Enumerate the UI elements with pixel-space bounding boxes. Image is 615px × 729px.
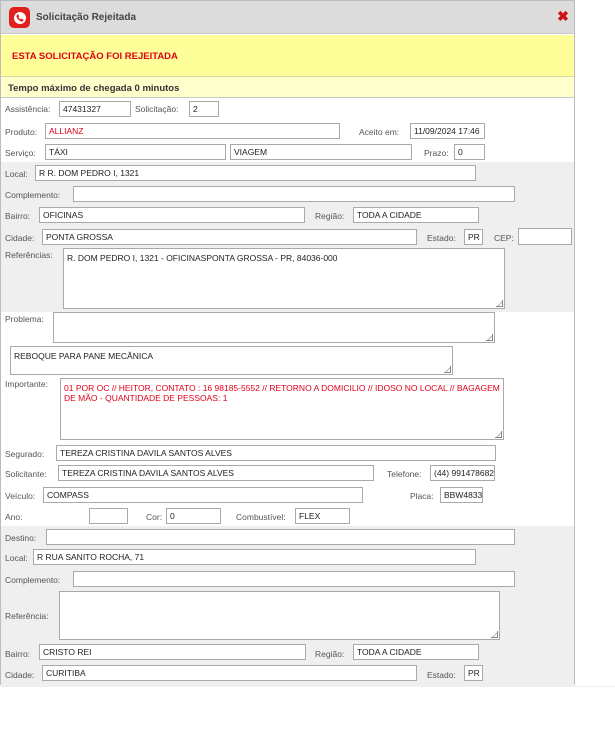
destino-field[interactable] (46, 529, 515, 545)
referencias-field[interactable]: R. DOM PEDRO I, 1321 - OFICINASPONTA GRO… (63, 248, 505, 309)
bairro-field[interactable]: OFICINAS (39, 207, 305, 223)
destino-bairro-label: Bairro: (5, 649, 31, 659)
destino-regiao-label: Região: (315, 649, 345, 659)
complemento-field[interactable] (73, 186, 515, 202)
veiculo-label: Veículo: (5, 491, 36, 501)
telefone-label: Telefone: (387, 469, 422, 479)
local-field[interactable]: R R. DOM PEDRO I, 1321 (35, 165, 476, 181)
importante-field[interactable]: 01 POR OC // HEITOR, CONTATO : 16 98185-… (60, 378, 504, 440)
ano-field[interactable] (89, 508, 128, 524)
cor-label: Cor: (146, 512, 163, 522)
cidade-label: Cidade: (5, 233, 35, 243)
page-divider (0, 686, 615, 687)
problema-description-field[interactable]: REBOQUE PARA PANE MECÂNICA (10, 346, 453, 375)
phone-icon (9, 7, 30, 28)
complemento-label: Complemento: (5, 190, 61, 200)
close-icon[interactable]: ✖ (556, 9, 570, 23)
cor-field[interactable]: 0 (166, 508, 221, 524)
telefone-field[interactable]: (44) 991478682 (430, 465, 495, 481)
local-label: Local: (5, 169, 28, 179)
destino-local-label: Local: (5, 553, 28, 563)
regiao-field[interactable]: TODA A CIDADE (353, 207, 479, 223)
servico-tipo-field[interactable]: VIAGEM (230, 144, 412, 160)
destino-estado-field[interactable]: PR (464, 665, 483, 681)
importante-label: Importante: (5, 379, 48, 389)
assistencia-label: Assistência: (5, 104, 51, 114)
destino-regiao-field[interactable]: TODA A CIDADE (353, 644, 479, 660)
arrival-time-banner: Tempo máximo de chegada 0 minutos (1, 77, 574, 98)
dialog-window: Solicitação Rejeitada ✖ ESTA SOLICITAÇÃO… (0, 0, 575, 686)
servico-label: Serviço: (5, 148, 36, 158)
placa-label: Placa: (410, 491, 434, 501)
segurado-label: Segurado: (5, 449, 45, 459)
placa-field[interactable]: BBW4833 (440, 487, 483, 503)
regiao-label: Região: (315, 211, 345, 221)
produto-field[interactable]: ALLIANZ (45, 123, 340, 139)
estado-label: Estado: (427, 233, 456, 243)
veiculo-field[interactable]: COMPASS (43, 487, 363, 503)
destino-cidade-label: Cidade: (5, 670, 35, 680)
assistencia-field[interactable]: 47431327 (59, 101, 131, 117)
rejection-banner: ESTA SOLICITAÇÃO FOI REJEITADA (1, 35, 574, 77)
bairro-label: Bairro: (5, 211, 31, 221)
solicitacao-field[interactable]: 2 (189, 101, 219, 117)
problema-field[interactable] (53, 312, 495, 343)
problema-label: Problema: (5, 314, 44, 324)
destino-bairro-field[interactable]: CRISTO REI (39, 644, 306, 660)
cep-field[interactable] (518, 228, 572, 245)
destino-referencia-label: Referência: (5, 611, 49, 621)
rejection-message: ESTA SOLICITAÇÃO FOI REJEITADA (12, 51, 178, 62)
ano-label: Ano: (5, 512, 23, 522)
title-bar: Solicitação Rejeitada ✖ (1, 1, 574, 34)
destino-local-field[interactable]: R RUA SANITO ROCHA, 71 (33, 549, 476, 565)
aceito-em-field[interactable]: 11/09/2024 17:46 (410, 123, 485, 139)
prazo-field[interactable]: 0 (454, 144, 485, 160)
window-title: Solicitação Rejeitada (36, 12, 137, 23)
solicitante-field[interactable]: TEREZA CRISTINA DAVILA SANTOS ALVES (58, 465, 374, 481)
destino-referencia-field[interactable] (59, 591, 500, 640)
prazo-label: Prazo: (424, 148, 449, 158)
cidade-field[interactable]: PONTA GROSSA (42, 229, 417, 245)
aceito-em-label: Aceito em: (359, 127, 400, 137)
produto-label: Produto: (5, 127, 38, 137)
destino-cidade-field[interactable]: CURITIBA (42, 665, 417, 681)
estado-field[interactable]: PR (464, 229, 483, 245)
referencias-label: Referências: (5, 250, 53, 260)
destino-complemento-field[interactable] (73, 571, 515, 587)
combustivel-label: Combustível: (236, 512, 286, 522)
combustivel-field[interactable]: FLEX (295, 508, 350, 524)
destino-label: Destino: (5, 533, 37, 543)
solicitacao-label: Solicitação: (135, 104, 179, 114)
segurado-field[interactable]: TEREZA CRISTINA DAVILA SANTOS ALVES (56, 445, 496, 461)
servico-field[interactable]: TÁXI (45, 144, 226, 160)
solicitante-label: Solicitante: (5, 469, 47, 479)
destino-estado-label: Estado: (427, 670, 456, 680)
destino-complemento-label: Complemento: (5, 575, 61, 585)
arrival-time-text: Tempo máximo de chegada 0 minutos (8, 83, 180, 94)
cep-label: CEP: (494, 233, 514, 243)
